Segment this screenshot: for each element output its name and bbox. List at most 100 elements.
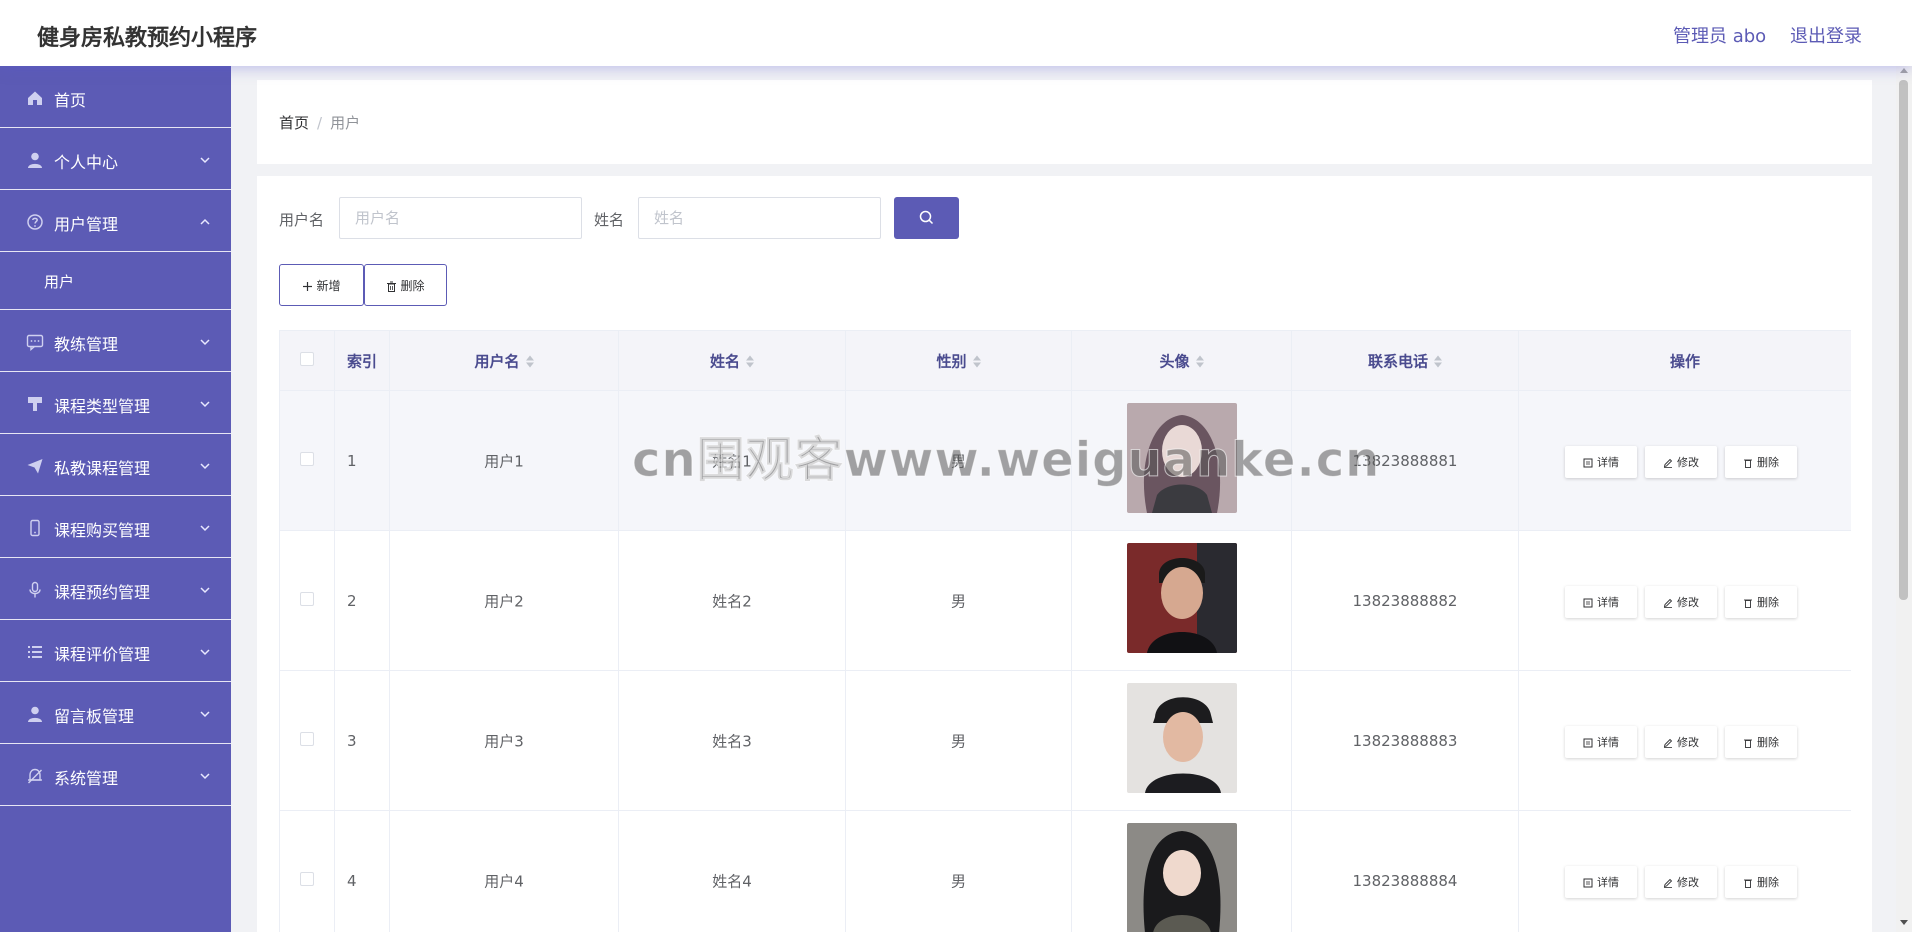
row-checkbox[interactable] xyxy=(300,871,314,886)
row-index: 2 xyxy=(347,591,357,610)
admin-label: 管理员 abo xyxy=(1673,26,1767,47)
sidebar-item-label: 留言板管理 xyxy=(54,707,135,726)
sidebar-item-label: 课程预约管理 xyxy=(54,583,151,602)
row-name: 姓名4 xyxy=(712,872,752,890)
avatar[interactable] xyxy=(1127,823,1237,932)
delete-button[interactable]: 删除 xyxy=(1725,726,1797,758)
chevron-down-icon xyxy=(198,768,212,782)
chevron-up-icon xyxy=(198,214,212,228)
chevron-down-icon xyxy=(198,706,212,720)
sidebar-item-label: 用户管理 xyxy=(54,215,119,234)
detail-button[interactable]: 详情 xyxy=(1565,446,1637,478)
row-gender: 男 xyxy=(950,592,966,610)
header-username-cell[interactable]: 用户名 xyxy=(390,331,619,390)
header-phone-cell[interactable]: 联系电话 xyxy=(1292,331,1519,390)
header-name-cell[interactable]: 姓名 xyxy=(619,331,846,390)
sort-caret-icon[interactable] xyxy=(972,355,981,369)
logout-link[interactable]: 退出登录 xyxy=(1790,22,1862,48)
sidebar-item-label: 私教课程管理 xyxy=(54,459,151,478)
detail-button-label: 详情 xyxy=(1597,596,1619,609)
detail-button[interactable]: 详情 xyxy=(1565,586,1637,618)
trash-icon xyxy=(1744,459,1752,468)
sidebar-item-coach-management[interactable]: 教练管理 xyxy=(0,310,231,372)
breadcrumb-card: 首页 / 用户 xyxy=(257,80,1872,164)
app-title: 健身房私教预约小程序 xyxy=(37,26,258,51)
sidebar-item-label: 系统管理 xyxy=(54,769,119,788)
select-all-checkbox[interactable] xyxy=(300,351,314,366)
edit-button-label: 修改 xyxy=(1677,876,1699,889)
edit-button-label: 修改 xyxy=(1677,456,1699,469)
sort-caret-icon[interactable] xyxy=(746,355,754,369)
document-icon xyxy=(1583,738,1593,748)
edit-button[interactable]: 修改 xyxy=(1645,866,1717,898)
header-gender-cell[interactable]: 性别 xyxy=(846,331,1072,390)
username-search-input[interactable] xyxy=(339,197,582,239)
detail-button[interactable]: 详情 xyxy=(1565,726,1637,758)
row-gender: 男 xyxy=(950,732,966,750)
header-index: 索引 xyxy=(347,352,378,370)
edit-button[interactable]: 修改 xyxy=(1645,446,1717,478)
scroll-down-arrow-icon[interactable] xyxy=(1900,920,1908,925)
add-button-label: 新增 xyxy=(316,278,341,293)
chevron-down-icon xyxy=(198,644,212,658)
delete-button[interactable]: 删除 xyxy=(1725,446,1797,478)
table-row: 1 用户1 姓名1 男 13823888881 详情 修改 删除 xyxy=(280,391,1851,531)
name-search-input[interactable] xyxy=(638,197,881,239)
chevron-down-icon xyxy=(198,582,212,596)
table-row: 4 用户4 姓名4 男 13823888884 详情 修改 删除 xyxy=(280,811,1851,932)
breadcrumb-current: 用户 xyxy=(330,114,361,132)
edit-icon xyxy=(1663,738,1673,748)
detail-button[interactable]: 详情 xyxy=(1565,866,1637,898)
sort-caret-icon[interactable] xyxy=(525,355,534,369)
chevron-down-icon xyxy=(198,152,212,166)
edit-icon xyxy=(1663,598,1673,608)
row-gender: 男 xyxy=(950,872,966,890)
row-gender: 男 xyxy=(950,452,966,470)
sidebar-item-personal-center[interactable]: 个人中心 xyxy=(0,128,231,190)
microphone-icon xyxy=(26,581,44,599)
sidebar-subitem-label: 用户 xyxy=(44,273,75,291)
breadcrumb-home[interactable]: 首页 xyxy=(279,114,309,132)
avatar[interactable] xyxy=(1127,403,1237,513)
row-checkbox[interactable] xyxy=(300,591,314,606)
header-gender: 性别 xyxy=(936,352,967,370)
row-checkbox[interactable] xyxy=(300,731,314,746)
chevron-down-icon xyxy=(198,396,212,410)
header-name: 姓名 xyxy=(709,352,740,370)
trash-icon xyxy=(1744,879,1752,888)
sidebar-item-user-management[interactable]: 用户管理 xyxy=(0,190,231,252)
page-scrollbar-thumb[interactable] xyxy=(1899,80,1908,600)
edit-icon xyxy=(1663,878,1673,888)
scroll-up-arrow-icon[interactable] xyxy=(1900,68,1908,73)
sort-caret-icon[interactable] xyxy=(1434,355,1442,369)
row-checkbox[interactable] xyxy=(300,451,314,466)
sidebar-item-course-booking-management[interactable]: 课程预约管理 xyxy=(0,558,231,620)
edit-button[interactable]: 修改 xyxy=(1645,726,1717,758)
sidebar-item-course-review-management[interactable]: 课程评价管理 xyxy=(0,620,231,682)
batch-delete-button-label: 删除 xyxy=(400,278,425,293)
sidebar-item-course-type-management[interactable]: 课程类型管理 xyxy=(0,372,231,434)
user-icon xyxy=(26,705,44,723)
plus-icon xyxy=(303,281,313,291)
avatar[interactable] xyxy=(1127,683,1237,793)
sidebar-item-course-purchase-management[interactable]: 课程购买管理 xyxy=(0,496,231,558)
sidebar-item-private-course-management[interactable]: 私教课程管理 xyxy=(0,434,231,496)
sort-caret-icon[interactable] xyxy=(1195,355,1204,369)
delete-button-label: 删除 xyxy=(1757,876,1779,889)
sidebar-subitem-users[interactable]: 用户 xyxy=(0,252,231,310)
sidebar-item-home[interactable]: 首页 xyxy=(0,66,231,128)
sidebar-item-message-board-management[interactable]: 留言板管理 xyxy=(0,682,231,744)
batch-delete-button[interactable]: 删除 xyxy=(364,264,447,306)
users-table: 索引 用户名 姓名 性别 头像 联系电话 操作 1 用户1 姓名1 男 1382… xyxy=(279,330,1851,932)
search-button[interactable] xyxy=(894,197,959,239)
document-icon xyxy=(1583,458,1593,468)
edit-button[interactable]: 修改 xyxy=(1645,586,1717,618)
sidebar-item-system-management[interactable]: 系统管理 xyxy=(0,744,231,806)
detail-button-label: 详情 xyxy=(1597,736,1619,749)
header-avatar-cell[interactable]: 头像 xyxy=(1072,331,1292,390)
add-button[interactable]: 新增 xyxy=(279,264,364,306)
avatar[interactable] xyxy=(1127,543,1237,653)
delete-button[interactable]: 删除 xyxy=(1725,586,1797,618)
name-filter-label: 姓名 xyxy=(594,211,625,229)
delete-button[interactable]: 删除 xyxy=(1725,866,1797,898)
